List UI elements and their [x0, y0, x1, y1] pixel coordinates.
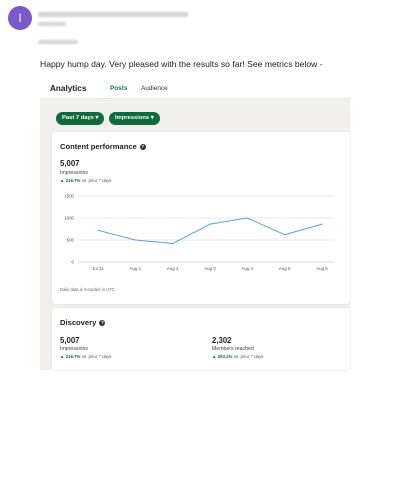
discovery-impressions-label: Impressions: [60, 346, 88, 352]
discovery-title-text: Discovery: [60, 318, 97, 327]
data-point[interactable]: [209, 223, 211, 225]
y-tick-label: 0: [72, 260, 75, 265]
x-tick-label: Aug 1: [130, 266, 142, 271]
x-tick-label: Aug 4: [242, 266, 254, 271]
y-tick-label: 500: [67, 238, 75, 243]
email-message: Happy hump day. Very pleased with the re…: [40, 59, 323, 69]
x-tick-label: Aug 3: [204, 266, 216, 271]
sender-avatar[interactable]: I: [8, 6, 32, 30]
info-icon[interactable]: ?: [99, 320, 106, 326]
metric-filter[interactable]: Impressions ▾: [109, 112, 160, 125]
x-tick-label: Aug 6: [316, 266, 328, 271]
y-tick-label: 1500: [64, 194, 74, 199]
discovery-card: Discovery? 5,007 Impressions ▲ 216.7% vs…: [52, 308, 350, 370]
members-reached-change: ▲ 263.1% vs. prior 7 days: [212, 354, 263, 359]
discovery-impressions-change-value: ▲ 216.7%: [60, 354, 81, 359]
content-performance-card: Content performance? 5,007 Impressions ▲…: [52, 132, 350, 304]
impressions-change-text: vs. prior 7 days: [81, 178, 112, 183]
utc-note: Daily data is recorded in UTC: [60, 287, 115, 292]
tabs-divider: [40, 98, 350, 99]
x-tick-label: Aug 5: [279, 266, 291, 271]
date-range-filter[interactable]: Past 7 days ▾: [56, 112, 105, 125]
analytics-title: Analytics: [50, 84, 87, 93]
impressions-change: ▲ 216.7% vs. prior 7 days: [60, 178, 111, 183]
impressions-label: Impressions: [60, 170, 88, 176]
impressions-change-value: ▲ 216.7%: [60, 178, 81, 183]
members-reached-label: Members reached: [212, 346, 254, 352]
content-performance-title-text: Content performance: [60, 142, 137, 151]
members-reached-change-text: vs. prior 7 days: [233, 354, 264, 359]
data-point[interactable]: [321, 223, 323, 225]
impressions-value: 5,007: [60, 159, 80, 168]
data-point[interactable]: [97, 229, 99, 231]
impressions-series-line: [97, 217, 323, 245]
data-point[interactable]: [172, 242, 174, 245]
impressions-line-chart: 0 500 1000 1500 Jul 31 Aug 1 Aug 2 Aug 3 Aug 4 Au…: [64, 194, 334, 271]
data-point[interactable]: [246, 217, 248, 219]
discovery-impressions-value: 5,007: [60, 336, 80, 345]
y-tick-label: 1000: [64, 216, 74, 221]
tab-posts[interactable]: Posts: [110, 85, 127, 92]
data-point[interactable]: [134, 239, 136, 241]
members-reached-change-value: ▲ 263.1%: [212, 354, 233, 359]
redacted-recipient: [38, 40, 78, 44]
redacted-sender-detail: [38, 22, 66, 26]
tab-audience[interactable]: Audience: [141, 85, 168, 92]
discovery-title: Discovery?: [60, 318, 106, 327]
x-tick-label: Jul 31: [92, 266, 104, 271]
content-performance-title: Content performance?: [60, 142, 146, 151]
info-icon[interactable]: ?: [139, 144, 146, 150]
analytics-screenshot: Analytics Posts Audience Past 7 days ▾ I…: [40, 76, 350, 376]
members-reached-value: 2,302: [212, 336, 232, 345]
email-header: I: [8, 6, 388, 50]
redacted-sender-name: [38, 12, 188, 17]
discovery-impressions-change: ▲ 216.7% vs. prior 7 days: [60, 354, 111, 359]
discovery-impressions-change-text: vs. prior 7 days: [81, 354, 112, 359]
data-point[interactable]: [284, 234, 286, 236]
x-tick-label: Aug 2: [167, 266, 179, 271]
